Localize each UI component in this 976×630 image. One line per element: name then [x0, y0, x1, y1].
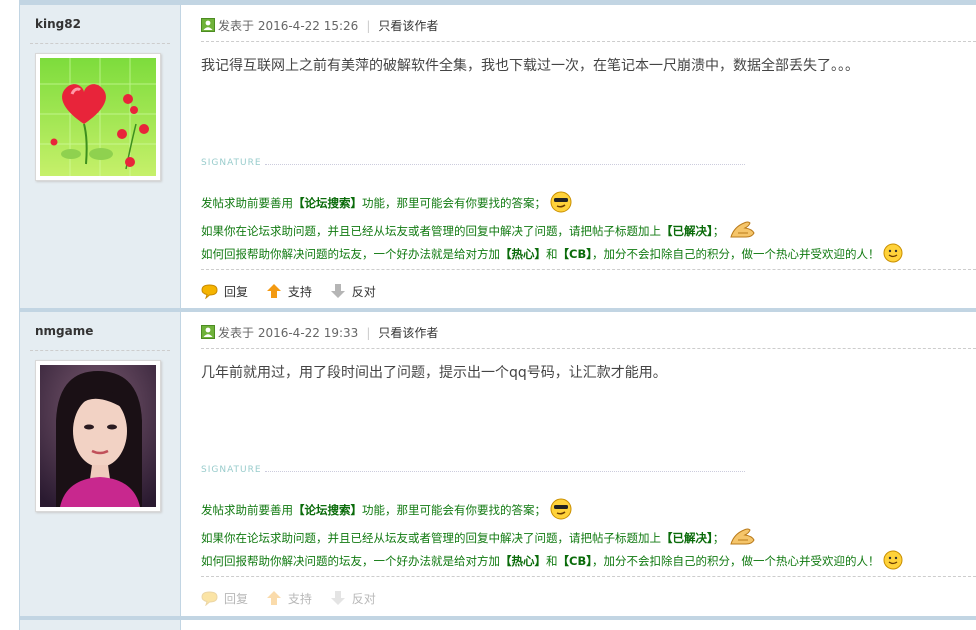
pointing-hand-emoticon — [728, 219, 756, 244]
post-meta: 发表于 2016-4-22 15:26 | 只看该作者 — [201, 18, 438, 34]
post-king82: king82 发表于 2016-4-22 15:26 | 只看该作者 我记得互联… — [20, 5, 976, 308]
sig-solved-tag: 【已解决】 — [661, 531, 713, 545]
post-sidebar: nmgame — [20, 312, 181, 616]
reply-bubble-icon — [201, 591, 218, 607]
only-author-link[interactable]: 只看该作者 — [378, 19, 438, 33]
next-post-stub — [20, 620, 976, 630]
sidebar-divider — [30, 43, 170, 44]
sig-text: 如何回报帮助你解决问题的坛友，一个好办法就是给对方加 — [201, 554, 500, 568]
meta-divider — [201, 348, 976, 349]
reply-label: 回复 — [224, 592, 249, 606]
meta-divider — [201, 41, 976, 42]
signature-line-2: 如果你在论坛求助问题，并且已经从坛友或者管理的回复中解决了问题，请把帖子标题加上… — [201, 526, 756, 551]
avatar[interactable] — [35, 53, 161, 181]
down-arrow-icon — [330, 591, 345, 605]
smile-face-emoticon — [883, 550, 903, 573]
post-sidebar — [20, 620, 181, 630]
post-icon — [201, 18, 215, 32]
oppose-button[interactable]: 反对 — [330, 283, 376, 300]
post-content: 发表于 2016-4-22 19:33 | 只看该作者 几年前就用过，用了段时间出了… — [181, 312, 976, 616]
signature-line-2: 如果你在论坛求助问题，并且已经从坛友或者管理的回复中解决了问题，请把帖子标题加上… — [201, 219, 756, 244]
actions-divider — [201, 576, 976, 577]
cool-face-emoticon — [550, 498, 572, 523]
signature-line-1: 发帖求助前要善用【论坛搜索】功能，那里可能会有你要找的答案； — [201, 191, 572, 216]
reply-button[interactable]: 回复 — [201, 283, 248, 300]
sig-text: 和 — [546, 554, 558, 568]
meta-separator: | — [366, 19, 371, 33]
sig-text: 如果你在论坛求助问题，并且已经从坛友或者管理的回复中解决了问题，请把帖子标题加上 — [201, 531, 661, 545]
support-label: 支持 — [287, 592, 312, 606]
sig-cb-tag: 【CB】 — [557, 247, 592, 261]
signature-line-3: 如何回报帮助你解决问题的坛友，一个好办法就是给对方加【热心】和【CB】，加分不会… — [201, 550, 903, 573]
post-icon — [201, 325, 215, 339]
sig-text: ； — [712, 531, 725, 545]
post-sidebar: king82 — [20, 5, 181, 308]
down-arrow-icon — [330, 284, 345, 298]
oppose-label: 反对 — [351, 592, 376, 606]
pointing-hand-emoticon — [728, 526, 756, 551]
sig-text: 如何回报帮助你解决问题的坛友，一个好办法就是给对方加 — [201, 247, 500, 261]
post-actions: 回复 支持 反对 — [201, 590, 390, 607]
reply-button[interactable]: 回复 — [201, 590, 248, 607]
support-button[interactable]: 支持 — [266, 283, 312, 300]
page-margin — [0, 0, 19, 630]
support-label: 支持 — [287, 285, 312, 299]
user-photo-avatar — [40, 365, 156, 507]
sig-text: 发帖求助前要善用 — [201, 196, 293, 210]
sig-text: 发帖求助前要善用 — [201, 503, 293, 517]
sig-solved-tag: 【已解决】 — [661, 224, 713, 238]
post-date: 发表于 2016-4-22 15:26 — [218, 19, 359, 33]
reply-bubble-icon — [201, 284, 218, 300]
signature-divider — [265, 471, 745, 472]
up-arrow-icon — [266, 591, 281, 605]
meta-separator: | — [366, 326, 371, 340]
sig-text: 如果你在论坛求助问题，并且已经从坛友或者管理的回复中解决了问题，请把帖子标题加上 — [201, 224, 661, 238]
post-meta: 发表于 2016-4-22 19:33 | 只看该作者 — [201, 325, 438, 341]
sig-cb-tag: 【CB】 — [557, 554, 592, 568]
oppose-button[interactable]: 反对 — [330, 590, 376, 607]
signature-label: SIGNATURE — [201, 158, 262, 168]
cool-face-emoticon — [550, 191, 572, 216]
reply-label: 回复 — [224, 285, 249, 299]
signature-divider — [265, 164, 745, 165]
up-arrow-icon — [266, 284, 281, 298]
actions-divider — [201, 269, 976, 270]
author-name[interactable]: nmgame — [35, 324, 93, 338]
post-date: 发表于 2016-4-22 19:33 — [218, 326, 359, 340]
post-actions: 回复 支持 反对 — [201, 283, 390, 300]
sig-text: ，加分不会扣除自己的积分，做一个热心并受欢迎的人！ — [591, 554, 880, 568]
sig-text: ，加分不会扣除自己的积分，做一个热心并受欢迎的人！ — [591, 247, 880, 261]
sig-search-link[interactable]: 【论坛搜索】 — [293, 503, 362, 517]
post-message: 几年前就用过，用了段时间出了问题，提示出一个qq号码，让汇款才能用。 — [201, 365, 667, 381]
avatar[interactable] — [35, 360, 161, 512]
signature-line-1: 发帖求助前要善用【论坛搜索】功能，那里可能会有你要找的答案； — [201, 498, 572, 523]
sig-text: 功能，那里可能会有你要找的答案； — [362, 503, 546, 517]
signature-line-3: 如何回报帮助你解决问题的坛友，一个好办法就是给对方加【热心】和【CB】，加分不会… — [201, 243, 903, 266]
sig-warm-tag: 【热心】 — [500, 554, 546, 568]
sig-warm-tag: 【热心】 — [500, 247, 546, 261]
author-name[interactable]: king82 — [35, 17, 81, 31]
signature-label: SIGNATURE — [201, 465, 262, 475]
support-button[interactable]: 支持 — [266, 590, 312, 607]
sig-text: 和 — [546, 247, 558, 261]
post-content: 发表于 2016-4-22 15:26 | 只看该作者 我记得互联网上之前有美萍的破… — [181, 5, 976, 308]
post-message: 我记得互联网上之前有美萍的破解软件全集，我也下载过一次，在笔记本一尺崩溃中，数据… — [201, 58, 859, 74]
sidebar-divider — [30, 350, 170, 351]
smile-face-emoticon — [883, 243, 903, 266]
heart-avatar-image — [40, 58, 156, 176]
only-author-link[interactable]: 只看该作者 — [378, 326, 438, 340]
sig-text: 功能，那里可能会有你要找的答案； — [362, 196, 546, 210]
oppose-label: 反对 — [351, 285, 376, 299]
sig-text: ； — [712, 224, 725, 238]
sig-search-link[interactable]: 【论坛搜索】 — [293, 196, 362, 210]
post-nmgame: nmgame 发表于 2016-4-22 19:33 | 只看该作者 几年前就用… — [20, 312, 976, 616]
